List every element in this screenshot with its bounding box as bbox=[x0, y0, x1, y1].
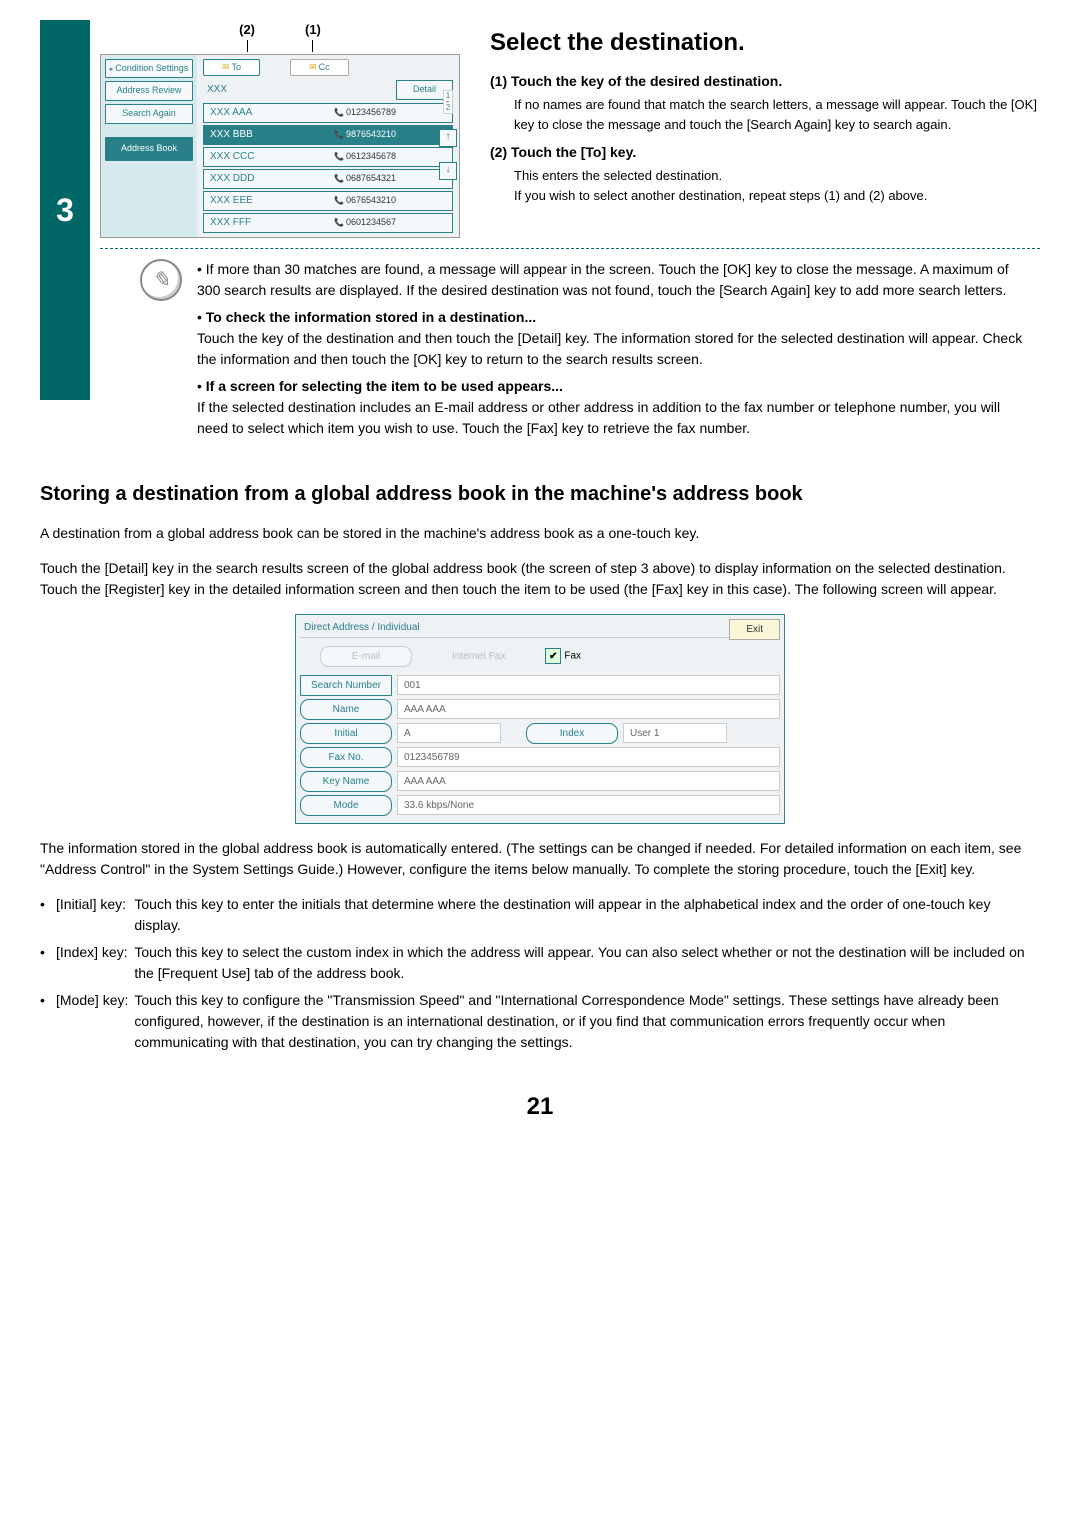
mail-icon: ✉ bbox=[309, 62, 317, 72]
def-val-mode: Touch this key to configure the "Transmi… bbox=[134, 990, 1040, 1059]
instruction-2-body: This enters the selected destination. If… bbox=[490, 166, 1040, 205]
note-heading-3: If a screen for selecting the item to be… bbox=[206, 378, 563, 394]
search-term: XXX bbox=[203, 82, 396, 97]
destination-item[interactable]: XXX FFF0601234567 bbox=[203, 213, 453, 233]
destination-item[interactable]: XXX EEE0676543210 bbox=[203, 191, 453, 211]
exit-button[interactable]: Exit bbox=[729, 619, 780, 640]
def-key-index: [Index] key: bbox=[56, 942, 134, 990]
search-again-button[interactable]: Search Again bbox=[105, 104, 193, 124]
instruction-1-body: If no names are found that match the sea… bbox=[490, 95, 1040, 134]
initial-value: A bbox=[397, 723, 501, 743]
page-indicator: 12 bbox=[443, 90, 453, 114]
fax-no-value: 0123456789 bbox=[397, 747, 780, 767]
callout-labels: (2) (1) bbox=[100, 20, 460, 52]
def-key-mode: [Mode] key: bbox=[56, 990, 134, 1059]
section-paragraph-2: Touch the [Detail] key in the search res… bbox=[40, 558, 1040, 600]
note-text-1: If more than 30 matches are found, a mes… bbox=[197, 261, 1009, 298]
mode-value: 33.6 kbps/None bbox=[397, 795, 780, 815]
section-paragraph-1: A destination from a global address book… bbox=[40, 523, 1040, 544]
after-panel-paragraph: The information stored in the global add… bbox=[40, 838, 1040, 880]
def-key-initial: [Initial] key: bbox=[56, 894, 134, 942]
key-name-value: AAA AAA bbox=[397, 771, 780, 791]
note-heading-2: To check the information stored in a des… bbox=[206, 309, 536, 325]
step-heading: Select the destination. bbox=[490, 25, 1040, 61]
def-val-initial: Touch this key to enter the initials tha… bbox=[134, 894, 1040, 942]
destination-item[interactable]: XXX CCC0612345678 bbox=[203, 147, 453, 167]
address-review-button[interactable]: Address Review bbox=[105, 81, 193, 101]
search-results-panel: Condition Settings Address Review Search… bbox=[100, 54, 460, 238]
mail-icon: ✉ bbox=[222, 62, 230, 72]
internet-fax-tab[interactable]: Internet Fax bbox=[452, 649, 505, 664]
register-panel: Direct Address / Individual Exit E-mail … bbox=[295, 614, 785, 824]
initial-button[interactable]: Initial bbox=[300, 723, 392, 744]
condition-settings-button[interactable]: Condition Settings bbox=[105, 59, 193, 79]
note-text-2: Touch the key of the destination and the… bbox=[197, 330, 1022, 367]
step-number: 3 bbox=[40, 20, 90, 400]
instruction-2-title: (2) Touch the [To] key. bbox=[490, 142, 1040, 163]
address-book-button[interactable]: Address Book bbox=[105, 137, 193, 161]
index-value: User 1 bbox=[623, 723, 727, 743]
register-title: Direct Address / Individual bbox=[300, 620, 729, 638]
def-val-index: Touch this key to select the custom inde… bbox=[134, 942, 1040, 990]
section-heading: Storing a destination from a global addr… bbox=[40, 479, 1040, 509]
divider bbox=[100, 248, 1040, 249]
fax-tab[interactable]: ✔Fax bbox=[545, 648, 581, 664]
scroll-down-button[interactable]: ↓ bbox=[439, 162, 457, 180]
name-value: AAA AAA bbox=[397, 699, 780, 719]
index-button[interactable]: Index bbox=[526, 723, 618, 744]
page-number: 21 bbox=[40, 1089, 1040, 1125]
search-number-button[interactable]: Search Number bbox=[300, 675, 392, 696]
key-name-button[interactable]: Key Name bbox=[300, 771, 392, 792]
check-icon: ✔ bbox=[545, 648, 561, 664]
name-button[interactable]: Name bbox=[300, 699, 392, 720]
email-tab[interactable]: E-mail bbox=[320, 646, 412, 667]
search-number-value: 001 bbox=[397, 675, 780, 695]
scroll-up-button[interactable]: ↑ bbox=[439, 129, 457, 147]
cc-tab[interactable]: ✉Cc bbox=[290, 59, 349, 77]
destination-item[interactable]: XXX AAA0123456789 bbox=[203, 103, 453, 123]
note-icon: ✎ bbox=[140, 259, 182, 301]
note-text-3: If the selected destination includes an … bbox=[197, 399, 1000, 436]
destination-item[interactable]: XXX BBB9876543210 bbox=[203, 125, 453, 145]
to-tab[interactable]: ✉To bbox=[203, 59, 260, 77]
destination-item[interactable]: XXX DDD0687654321 bbox=[203, 169, 453, 189]
fax-no-button[interactable]: Fax No. bbox=[300, 747, 392, 768]
mode-button[interactable]: Mode bbox=[300, 795, 392, 816]
instruction-1-title: (1) Touch the key of the desired destina… bbox=[490, 71, 1040, 92]
